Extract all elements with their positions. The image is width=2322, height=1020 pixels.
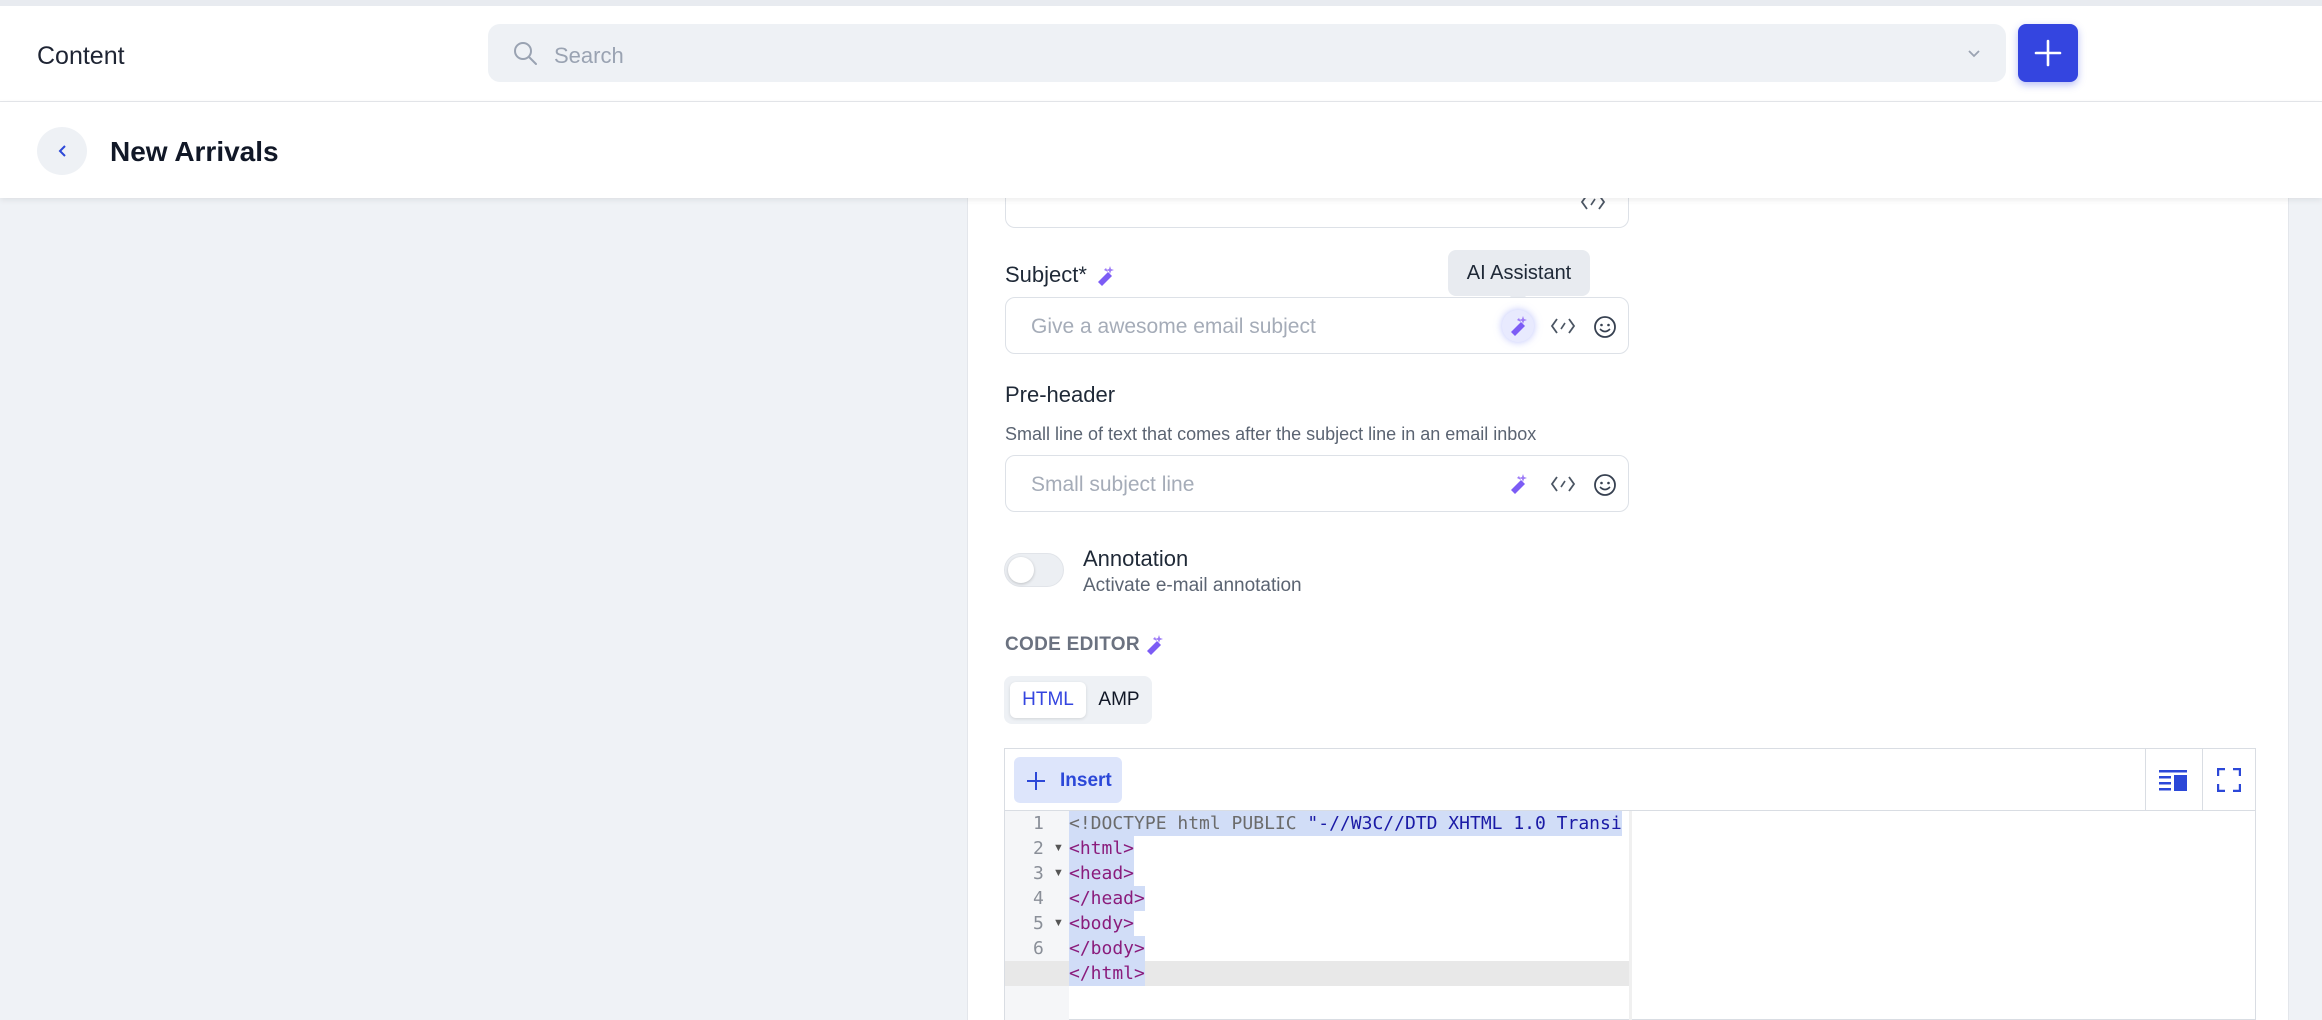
chevron-down-icon[interactable] bbox=[1966, 46, 1982, 62]
line-number: 3 bbox=[1033, 863, 1044, 884]
subject-field[interactable]: Give a awesome email subject bbox=[1005, 297, 1629, 354]
line-number: 2 bbox=[1033, 838, 1044, 859]
preheader-helper: Small line of text that comes after the … bbox=[1005, 424, 1537, 444]
editor-toolbar: Insert bbox=[1005, 749, 2255, 811]
code-line: <html> bbox=[1069, 836, 1135, 861]
ai-assistant-icon[interactable] bbox=[1507, 314, 1529, 336]
fold-toggle[interactable]: ▼ bbox=[1053, 836, 1064, 861]
search-icon bbox=[514, 42, 537, 65]
search-input[interactable]: Search bbox=[554, 43, 624, 69]
ai-assistant-tooltip: AI Assistant bbox=[1448, 250, 1590, 304]
layout-panel-icon[interactable] bbox=[2158, 768, 2188, 792]
chevron-left-icon bbox=[58, 145, 66, 157]
page-header: New Arrivals bbox=[0, 102, 2322, 198]
line-number: 4 bbox=[1033, 888, 1044, 909]
annotation-description: Activate e-mail annotation bbox=[1083, 575, 1302, 596]
emoji-icon[interactable] bbox=[1593, 473, 1617, 497]
code-line: </body> bbox=[1069, 936, 1145, 961]
code-line: </head> bbox=[1069, 886, 1145, 911]
annotation-toggle[interactable] bbox=[1004, 553, 1064, 587]
code-editor-title: CODE EDITOR bbox=[1005, 634, 1140, 655]
app-title: Content bbox=[37, 42, 125, 70]
insert-label: Insert bbox=[1060, 770, 1112, 791]
ai-assistant-icon[interactable] bbox=[1094, 264, 1116, 286]
annotation-label: Annotation bbox=[1083, 546, 1189, 571]
ai-assistant-icon[interactable] bbox=[1143, 633, 1165, 655]
line-number-gutter: 1 2 ▼ 3 ▼ 4 5 ▼ 6 7 bbox=[1005, 811, 1069, 1020]
fullscreen-icon[interactable] bbox=[2217, 768, 2241, 792]
fold-toggle[interactable]: ▼ bbox=[1053, 861, 1064, 886]
search-bar[interactable]: Search bbox=[488, 24, 2006, 82]
tab-html[interactable]: HTML bbox=[1010, 682, 1086, 718]
code-line: <head> bbox=[1069, 861, 1135, 886]
top-bar: Content Search bbox=[0, 0, 2322, 102]
page-title: New Arrivals bbox=[110, 136, 279, 167]
emoji-icon[interactable] bbox=[1593, 315, 1617, 339]
code-line: <body> bbox=[1069, 911, 1135, 936]
code-line: <!DOCTYPE html PUBLIC "-//W3C//DTD XHTML… bbox=[1069, 811, 1622, 836]
code-variable-icon[interactable] bbox=[1550, 474, 1576, 494]
editor-mode-switch: HTML AMP bbox=[1004, 676, 1152, 724]
preheader-label: Pre-header bbox=[1005, 382, 1116, 407]
editor-toolbar-actions bbox=[2145, 749, 2255, 811]
preheader-input[interactable]: Small subject line bbox=[1031, 473, 1194, 497]
toolbar-divider bbox=[2202, 749, 2203, 811]
line-number: 6 bbox=[1033, 938, 1044, 959]
code-variable-icon[interactable] bbox=[1550, 316, 1576, 336]
code-scroll-edge bbox=[1629, 811, 1632, 1020]
tab-amp[interactable]: AMP bbox=[1092, 682, 1146, 718]
add-button[interactable] bbox=[2018, 24, 2078, 82]
fold-toggle[interactable]: ▼ bbox=[1053, 911, 1064, 936]
plus-icon bbox=[2034, 39, 2062, 67]
code-content[interactable]: <!DOCTYPE html PUBLIC "-//W3C//DTD XHTML… bbox=[1005, 811, 1629, 1020]
insert-button[interactable]: Insert bbox=[1014, 757, 1122, 803]
subject-label: Subject* bbox=[1005, 262, 1087, 287]
preheader-field[interactable]: Small subject line bbox=[1005, 455, 1629, 512]
plus-icon bbox=[1027, 772, 1045, 790]
subject-input[interactable]: Give a awesome email subject bbox=[1031, 315, 1316, 339]
line-number: 1 bbox=[1033, 813, 1044, 834]
back-button[interactable] bbox=[37, 127, 87, 175]
code-line: </html> bbox=[1069, 961, 1145, 986]
code-editor[interactable]: Insert 1 2 ▼ 3 ▼ 4 5 ▼ 6 7 <!DOCTYPE htm… bbox=[1004, 748, 2256, 1020]
toggle-knob bbox=[1008, 557, 1034, 583]
ai-assistant-icon[interactable] bbox=[1507, 472, 1529, 494]
line-number: 5 bbox=[1033, 913, 1044, 934]
